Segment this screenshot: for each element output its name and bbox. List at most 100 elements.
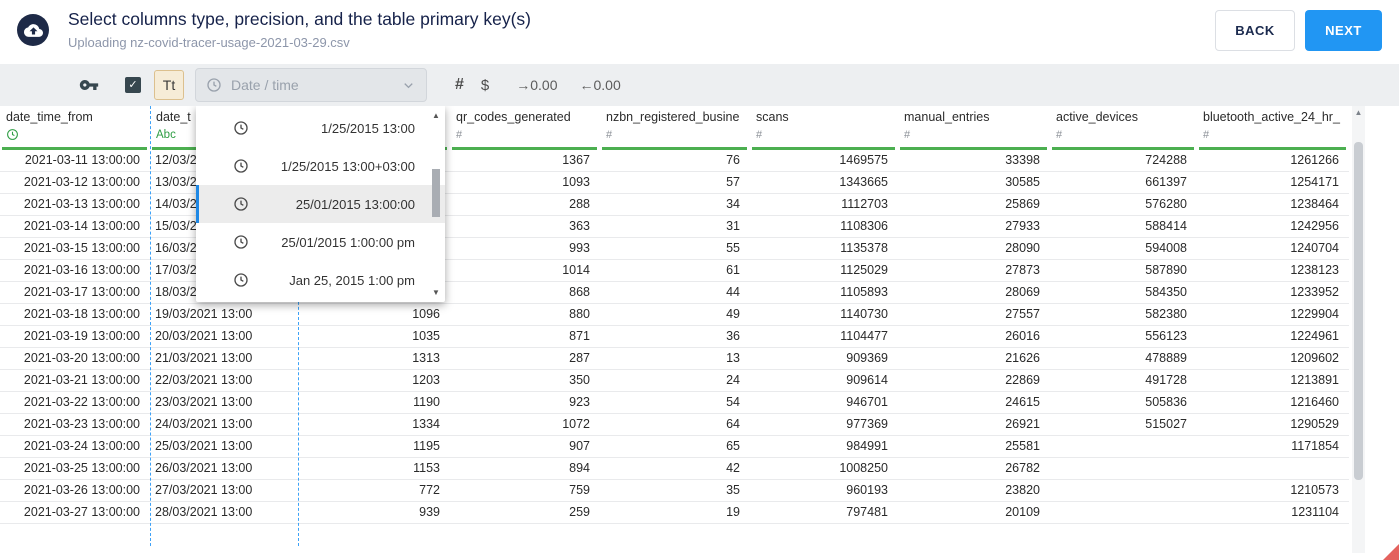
column-type-select[interactable]: Date / time bbox=[195, 68, 427, 102]
include-column-checkbox[interactable]: ✓ bbox=[125, 77, 141, 93]
table-cell: 36 bbox=[726, 329, 740, 343]
number-type-icon: # bbox=[756, 129, 763, 141]
column-header-date_time_from[interactable]: date_time_from bbox=[0, 106, 150, 150]
table-cell: 1112703 bbox=[841, 197, 888, 211]
table-cell: 1238464 bbox=[1290, 197, 1339, 211]
table-row: 2021-03-26 13:00:00 27/03/2021 13:00 772 75… bbox=[0, 480, 1349, 502]
table-cell: 61 bbox=[726, 263, 740, 277]
table-cell: 2021-03-20 13:00:00 bbox=[23, 351, 140, 365]
selected-column-left-guide bbox=[150, 106, 151, 546]
table-row: 2021-03-19 13:00:00 20/03/2021 13:00 1035 8… bbox=[0, 326, 1349, 348]
date-format-option[interactable]: 1/25/2015 13:00+03:00 bbox=[196, 147, 445, 185]
table-cell: 2021-03-16 13:00:00 bbox=[23, 263, 140, 277]
column-header-qr_codes_generated[interactable]: qr_codes_generated # bbox=[450, 106, 600, 150]
table-cell: 27933 bbox=[1005, 219, 1040, 233]
number-type-icon: # bbox=[606, 129, 613, 141]
number-type-icon: # bbox=[456, 129, 463, 141]
dropdown-scroll-thumb[interactable] bbox=[432, 169, 440, 217]
table-cell: 287 bbox=[569, 351, 590, 365]
currency-type-button[interactable]: $ bbox=[481, 77, 489, 94]
number-type-button[interactable]: # bbox=[455, 76, 464, 94]
table-cell: 24615 bbox=[1005, 395, 1040, 409]
table-cell: 894 bbox=[569, 461, 590, 475]
decimal-decrease-button[interactable]: ←0.00 bbox=[580, 77, 621, 93]
table-cell: 26921 bbox=[1005, 417, 1040, 431]
table-cell: 19 bbox=[726, 505, 740, 519]
table-cell: 2021-03-26 13:00:00 bbox=[23, 483, 140, 497]
table-cell: 584350 bbox=[1145, 285, 1187, 299]
column-name: qr_codes_generated bbox=[456, 110, 571, 124]
table-cell: 1469575 bbox=[839, 153, 888, 167]
back-button[interactable]: BACK bbox=[1215, 10, 1295, 51]
table-cell: 946701 bbox=[846, 395, 888, 409]
table-cell: 797481 bbox=[846, 505, 888, 519]
table-cell: 2021-03-19 13:00:00 bbox=[23, 329, 140, 343]
table-cell: 594008 bbox=[1145, 241, 1187, 255]
table-cell: 23820 bbox=[1005, 483, 1040, 497]
table-cell: 49 bbox=[726, 307, 740, 321]
dropdown-scrollbar[interactable]: ▲ ▼ bbox=[430, 111, 442, 297]
table-cell: 772 bbox=[419, 483, 440, 497]
table-cell: 907 bbox=[569, 439, 590, 453]
table-cell: 1290529 bbox=[1290, 417, 1339, 431]
column-header-scans[interactable]: scans # bbox=[750, 106, 898, 150]
vertical-scroll-thumb[interactable] bbox=[1354, 142, 1363, 480]
table-cell: 26782 bbox=[1005, 461, 1040, 475]
date-format-option[interactable]: 25/01/2015 1:00:00 pm bbox=[196, 223, 445, 261]
date-format-option[interactable]: 25/01/2015 13:00:00 bbox=[196, 185, 445, 223]
next-button[interactable]: NEXT bbox=[1305, 10, 1382, 51]
table-cell: 31 bbox=[726, 219, 740, 233]
scrollbar-up-icon[interactable]: ▲ bbox=[1352, 108, 1365, 117]
scroll-down-icon[interactable]: ▼ bbox=[430, 288, 442, 297]
table-cell: 939 bbox=[419, 505, 440, 519]
table-cell: 21/03/2021 13:00 bbox=[155, 351, 253, 365]
column-header-manual_entries[interactable]: manual_entries # bbox=[898, 106, 1050, 150]
table-cell: 27/03/2021 13:00 bbox=[155, 483, 253, 497]
table-cell: 25/03/2021 13:00 bbox=[155, 439, 253, 453]
table-cell: 2021-03-22 13:00:00 bbox=[23, 395, 140, 409]
header: Select columns type, precision, and the … bbox=[0, 0, 1399, 64]
overflow-indicator-icon bbox=[1383, 544, 1399, 560]
table-cell: 28069 bbox=[1005, 285, 1040, 299]
upload-cloud-icon bbox=[17, 14, 49, 46]
table-cell: 54 bbox=[726, 395, 740, 409]
table-cell: 20109 bbox=[1005, 505, 1040, 519]
scroll-up-icon[interactable]: ▲ bbox=[430, 111, 442, 120]
table-cell: 55 bbox=[726, 241, 740, 255]
upload-status-text: Uploading nz-covid-tracer-usage-2021-03-… bbox=[68, 35, 350, 50]
column-header-bluetooth_active_24_hr_[interactable]: bluetooth_active_24_hr_ # bbox=[1197, 106, 1349, 150]
table-cell: 1367 bbox=[562, 153, 590, 167]
table-cell: 1313 bbox=[412, 351, 440, 365]
clock-icon bbox=[206, 77, 222, 93]
table-cell: 1254171 bbox=[1290, 175, 1339, 189]
table-cell: 1213891 bbox=[1290, 373, 1339, 387]
table-cell: 868 bbox=[569, 285, 590, 299]
date-format-option-list: 1/25/2015 13:00 1/25/2015 13:00+03:00 25/0… bbox=[196, 109, 445, 299]
column-header-nzbn_registered_busine[interactable]: nzbn_registered_busine # bbox=[600, 106, 750, 150]
table-cell: 1261266 bbox=[1290, 153, 1339, 167]
vertical-scrollbar[interactable]: ▲ bbox=[1352, 106, 1365, 553]
table-cell: 27557 bbox=[1005, 307, 1040, 321]
date-format-option[interactable]: Jan 25, 2015 1:00 pm bbox=[196, 261, 445, 299]
csv-upload-wizard: Select columns type, precision, and the … bbox=[0, 0, 1399, 560]
table-cell: 23/03/2021 13:00 bbox=[155, 395, 253, 409]
table-cell: 1093 bbox=[562, 175, 590, 189]
number-type-icon: # bbox=[1056, 129, 1063, 141]
column-header-active_devices[interactable]: active_devices # bbox=[1050, 106, 1197, 150]
table-cell: 26016 bbox=[1005, 329, 1040, 343]
table-cell: 288 bbox=[569, 197, 590, 211]
date-format-option-label: 1/25/2015 13:00+03:00 bbox=[280, 158, 415, 174]
primary-key-icon[interactable] bbox=[79, 75, 99, 95]
table-row: 2021-03-24 13:00:00 25/03/2021 13:00 1195 9… bbox=[0, 436, 1349, 458]
table-cell: 909614 bbox=[846, 373, 888, 387]
column-name: manual_entries bbox=[904, 110, 990, 124]
table-cell: 1224961 bbox=[1290, 329, 1339, 343]
table-cell: 1195 bbox=[413, 439, 440, 453]
table-cell: 515027 bbox=[1145, 417, 1187, 431]
decimal-increase-button[interactable]: →0.00 bbox=[516, 77, 557, 93]
table-cell: 1233952 bbox=[1290, 285, 1339, 299]
date-format-option[interactable]: 1/25/2015 13:00 bbox=[196, 109, 445, 147]
text-type-button[interactable]: Tt bbox=[154, 70, 184, 100]
column-name: bluetooth_active_24_hr_ bbox=[1203, 110, 1340, 124]
table-cell: 2021-03-15 13:00:00 bbox=[23, 241, 140, 255]
